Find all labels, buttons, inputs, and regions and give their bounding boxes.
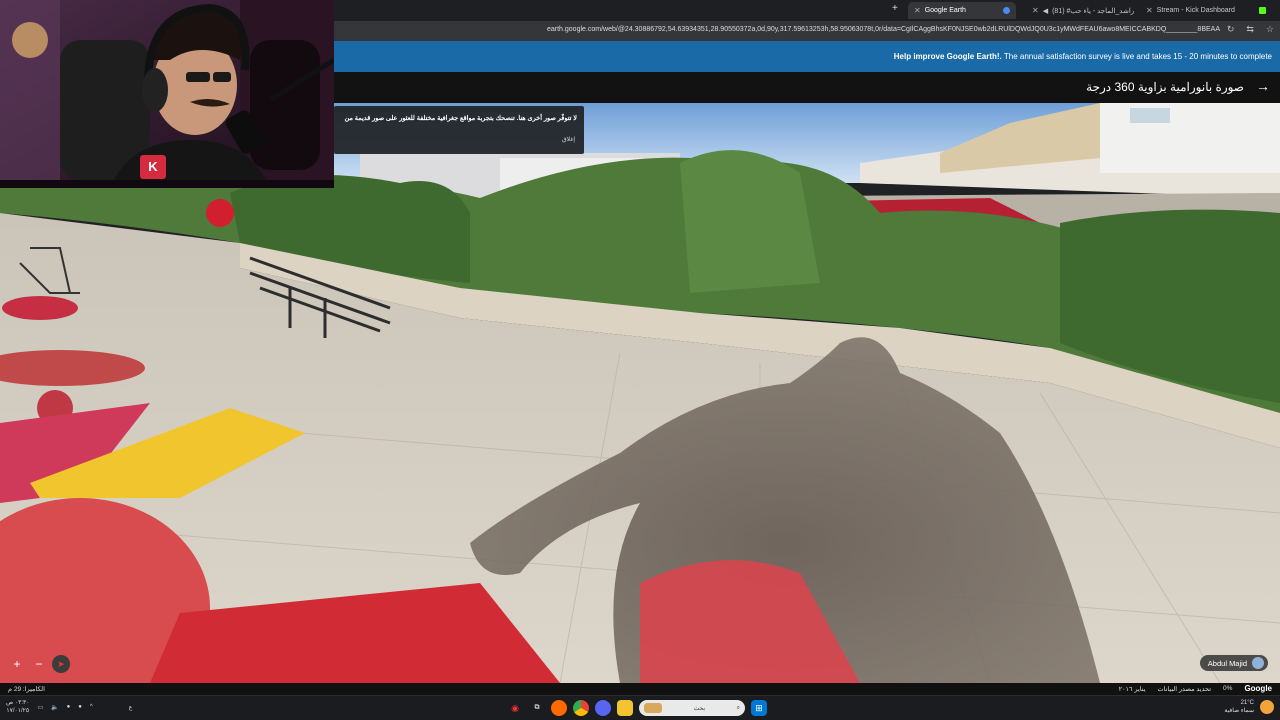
survey-banner-text[interactable]: Help improve Google Earth!. The annual s…: [894, 52, 1272, 61]
mic-icon[interactable]: ●: [67, 704, 71, 710]
system-tray: ٠٣:٣٠ ص ١٧/٠١/٢٥ ▭ 🔈 ● ● ^ ع: [6, 699, 132, 715]
imagery-notice: لا تتوفّر صور أخرى هنا. تنصحك بتجربة موا…: [334, 106, 584, 154]
sun-icon: [1260, 700, 1274, 714]
notification-icon[interactable]: ▭: [37, 704, 43, 711]
zoom-controls: + − ➤: [8, 655, 70, 673]
clock-time: ٠٣:٣٠ ص: [6, 700, 30, 706]
avatar: [1252, 657, 1264, 669]
google-logo: Google: [1244, 684, 1272, 693]
webcam-image: [0, 0, 334, 188]
audio-icon: ◀: [1042, 7, 1049, 15]
kick-icon: [1259, 7, 1266, 14]
reload-icon[interactable]: ↻: [1227, 24, 1235, 35]
close-icon[interactable]: ✕: [914, 6, 921, 15]
firefox-icon[interactable]: [551, 700, 567, 716]
tab-label: Stream - Kick Dashboard: [1156, 7, 1235, 14]
translate-icon[interactable]: ⇆: [1246, 24, 1254, 35]
taskbar-apps: ◉ ⧉ بحث ⌕ ⊞: [507, 700, 767, 716]
weather-widget[interactable]: 21°C سماء صافية: [1224, 699, 1274, 715]
clock-date: ١٧/٠١/٢٥: [6, 708, 30, 714]
tray-app-icon[interactable]: ●: [78, 704, 82, 710]
tab-youtube[interactable]: ✕ ◀ (81) #راشد_الماجد - ياء حب: [1026, 2, 1136, 19]
screen: + ✕ Google Earth ✕ ◀ (81) #راشد_الماجد -…: [0, 0, 1280, 720]
tab-kick-dashboard[interactable]: ✕ Stream - Kick Dashboard: [1140, 2, 1272, 19]
load-percent: 0%: [1223, 685, 1233, 692]
data-attribution-link[interactable]: تحديد مصدر البيانات: [1158, 685, 1212, 693]
google-earth-icon: [1003, 7, 1010, 14]
discord-icon[interactable]: [595, 700, 611, 716]
new-tab-button[interactable]: +: [892, 3, 898, 14]
tab-label: (81) #راشد_الماجد - ياء حب: [1052, 7, 1135, 15]
folder-icon[interactable]: [617, 700, 633, 716]
notice-close-button[interactable]: إغلاق: [562, 136, 575, 143]
address-actions: ↻ ⇆ ☆: [1227, 24, 1274, 35]
earth-header: صورة بانورامية بزاوية 360 درجة →: [334, 72, 1280, 103]
panorama-image[interactable]: [0, 103, 1280, 683]
banner-bold: Help improve Google Earth!.: [893, 52, 1002, 61]
survey-banner: Help improve Google Earth!. The annual s…: [334, 41, 1280, 72]
chrome-icon[interactable]: [573, 700, 589, 716]
search-icon: ⌕: [736, 704, 740, 711]
author-name: Abdul Majid: [1207, 658, 1247, 668]
zoom-out-button[interactable]: −: [30, 656, 48, 672]
banner-body: The annual satisfaction survey is live a…: [1001, 52, 1272, 61]
camera-altitude: الكاميرا: 29 م: [8, 686, 45, 693]
imagery-date: يناير ٢٠١٦: [1118, 685, 1146, 693]
tab-google-earth[interactable]: ✕ Google Earth: [908, 2, 1016, 19]
zoom-in-button[interactable]: +: [8, 656, 26, 672]
webcam-overlay: K: [0, 0, 334, 188]
earth-statusbar: الكاميرا: 29 م يناير ٢٠١٦ تحديد مصدر الب…: [0, 683, 1280, 695]
star-icon[interactable]: ☆: [1266, 24, 1274, 35]
clock[interactable]: ٠٣:٣٠ ص ١٧/٠١/٢٥: [6, 699, 29, 715]
taskbar: ٠٣:٣٠ ص ١٧/٠١/٢٥ ▭ 🔈 ● ● ^ ع ◉ ⧉ بحث ⌕ ⊞: [0, 695, 1280, 720]
statusbar-right: يناير ٢٠١٦ تحديد مصدر البيانات 0% Google: [1119, 684, 1272, 693]
windows-start-icon[interactable]: ⊞: [751, 700, 767, 716]
chevron-up-icon[interactable]: ^: [90, 704, 93, 710]
weather-info: 21°C سماء صافية: [1224, 699, 1254, 715]
speaker-icon[interactable]: 🔈: [51, 704, 58, 711]
search-placeholder: بحث: [693, 705, 706, 712]
panorama-view[interactable]: [0, 103, 1280, 683]
url-text[interactable]: earth.google.com/web/@24.30886792,54.639…: [547, 26, 1220, 33]
obs-icon[interactable]: ◉: [507, 700, 523, 716]
input-language[interactable]: ع: [129, 704, 133, 711]
arrow-right-icon[interactable]: →: [1256, 78, 1270, 94]
browser-tabstrip: + ✕ Google Earth ✕ ◀ (81) #راشد_الماجد -…: [334, 0, 1280, 21]
author-chip[interactable]: Abdul Majid: [1199, 655, 1268, 671]
compass-icon[interactable]: ➤: [52, 655, 70, 673]
search-highlight-icon: [644, 703, 662, 713]
tab-label: Google Earth: [924, 7, 966, 14]
kick-logo: K: [140, 155, 166, 179]
search-box[interactable]: بحث ⌕: [639, 700, 745, 716]
address-bar[interactable]: earth.google.com/web/@24.30886792,54.639…: [334, 21, 1280, 41]
close-icon[interactable]: ✕: [1032, 6, 1039, 15]
task-view-icon[interactable]: ⧉: [529, 700, 545, 716]
weather-temp: 21°C: [1240, 700, 1254, 706]
close-icon[interactable]: ✕: [1146, 6, 1153, 15]
notice-text: لا تتوفّر صور أخرى هنا. تنصحك بتجربة موا…: [344, 115, 578, 122]
weather-desc: سماء صافية: [1224, 708, 1254, 714]
page-title: صورة بانورامية بزاوية 360 درجة: [1086, 80, 1244, 94]
